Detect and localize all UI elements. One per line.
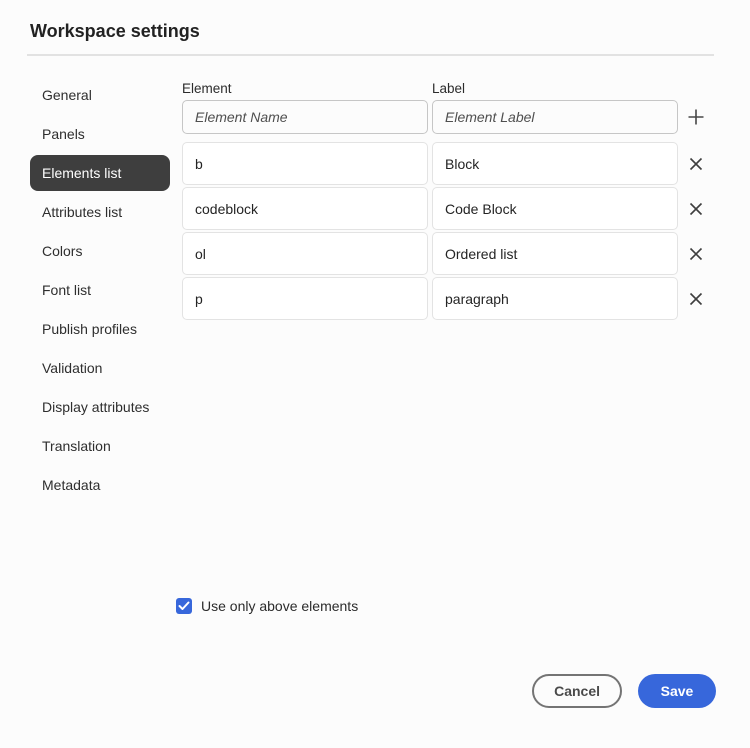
elements-list-panel: Element Label (182, 81, 716, 322)
close-icon (689, 247, 703, 261)
remove-element-button[interactable] (682, 240, 710, 268)
element-label-input[interactable] (432, 142, 678, 185)
sidebar-item-translation[interactable]: Translation (30, 428, 170, 464)
sidebar-item-validation[interactable]: Validation (30, 350, 170, 386)
remove-element-button[interactable] (682, 150, 710, 178)
dialog-title: Workspace settings (30, 21, 200, 41)
dialog-footer: Cancel Save (532, 674, 716, 708)
element-name-input[interactable] (182, 277, 428, 320)
sidebar-item-publish-profiles[interactable]: Publish profiles (30, 311, 170, 347)
settings-sidebar: General Panels Elements list Attributes lis… (30, 77, 170, 506)
sidebar-item-display-attributes[interactable]: Display attributes (30, 389, 170, 425)
sidebar-item-general[interactable]: General (30, 77, 170, 113)
save-button[interactable]: Save (638, 674, 716, 708)
close-icon (689, 157, 703, 171)
element-name-input[interactable] (182, 232, 428, 275)
element-row (182, 232, 716, 275)
column-headers: Element Label (182, 81, 716, 97)
new-element-name-input[interactable] (182, 100, 428, 134)
close-icon (689, 292, 703, 306)
label-column-header: Label (432, 81, 466, 96)
use-only-above-elements-label: Use only above elements (201, 598, 359, 614)
sidebar-item-elements-list[interactable]: Elements list (30, 155, 170, 191)
new-element-entry (182, 100, 716, 134)
title-divider (27, 54, 714, 56)
remove-element-button[interactable] (682, 195, 710, 223)
sidebar-item-font-list[interactable]: Font list (30, 272, 170, 308)
checkmark-icon (178, 601, 190, 611)
element-label-input[interactable] (432, 277, 678, 320)
plus-icon (687, 108, 705, 126)
element-name-input[interactable] (182, 142, 428, 185)
use-only-above-elements-checkbox[interactable] (176, 598, 192, 614)
element-name-input[interactable] (182, 187, 428, 230)
element-label-input[interactable] (432, 232, 678, 275)
element-label-input[interactable] (432, 187, 678, 230)
sidebar-item-colors[interactable]: Colors (30, 233, 170, 269)
cancel-button[interactable]: Cancel (532, 674, 622, 708)
sidebar-item-panels[interactable]: Panels (30, 116, 170, 152)
element-row (182, 277, 716, 320)
use-only-above-elements-option[interactable]: Use only above elements (176, 598, 358, 614)
sidebar-item-metadata[interactable]: Metadata (30, 467, 170, 503)
elements-rows (182, 142, 716, 320)
add-element-button[interactable] (682, 103, 710, 131)
element-row (182, 142, 716, 185)
workspace-settings-dialog: Workspace settings General Panels Elements… (0, 0, 750, 748)
close-icon (689, 202, 703, 216)
new-element-label-input[interactable] (432, 100, 678, 134)
sidebar-item-attributes-list[interactable]: Attributes list (30, 194, 170, 230)
remove-element-button[interactable] (682, 285, 710, 313)
element-row (182, 187, 716, 230)
element-column-header: Element (182, 81, 232, 96)
